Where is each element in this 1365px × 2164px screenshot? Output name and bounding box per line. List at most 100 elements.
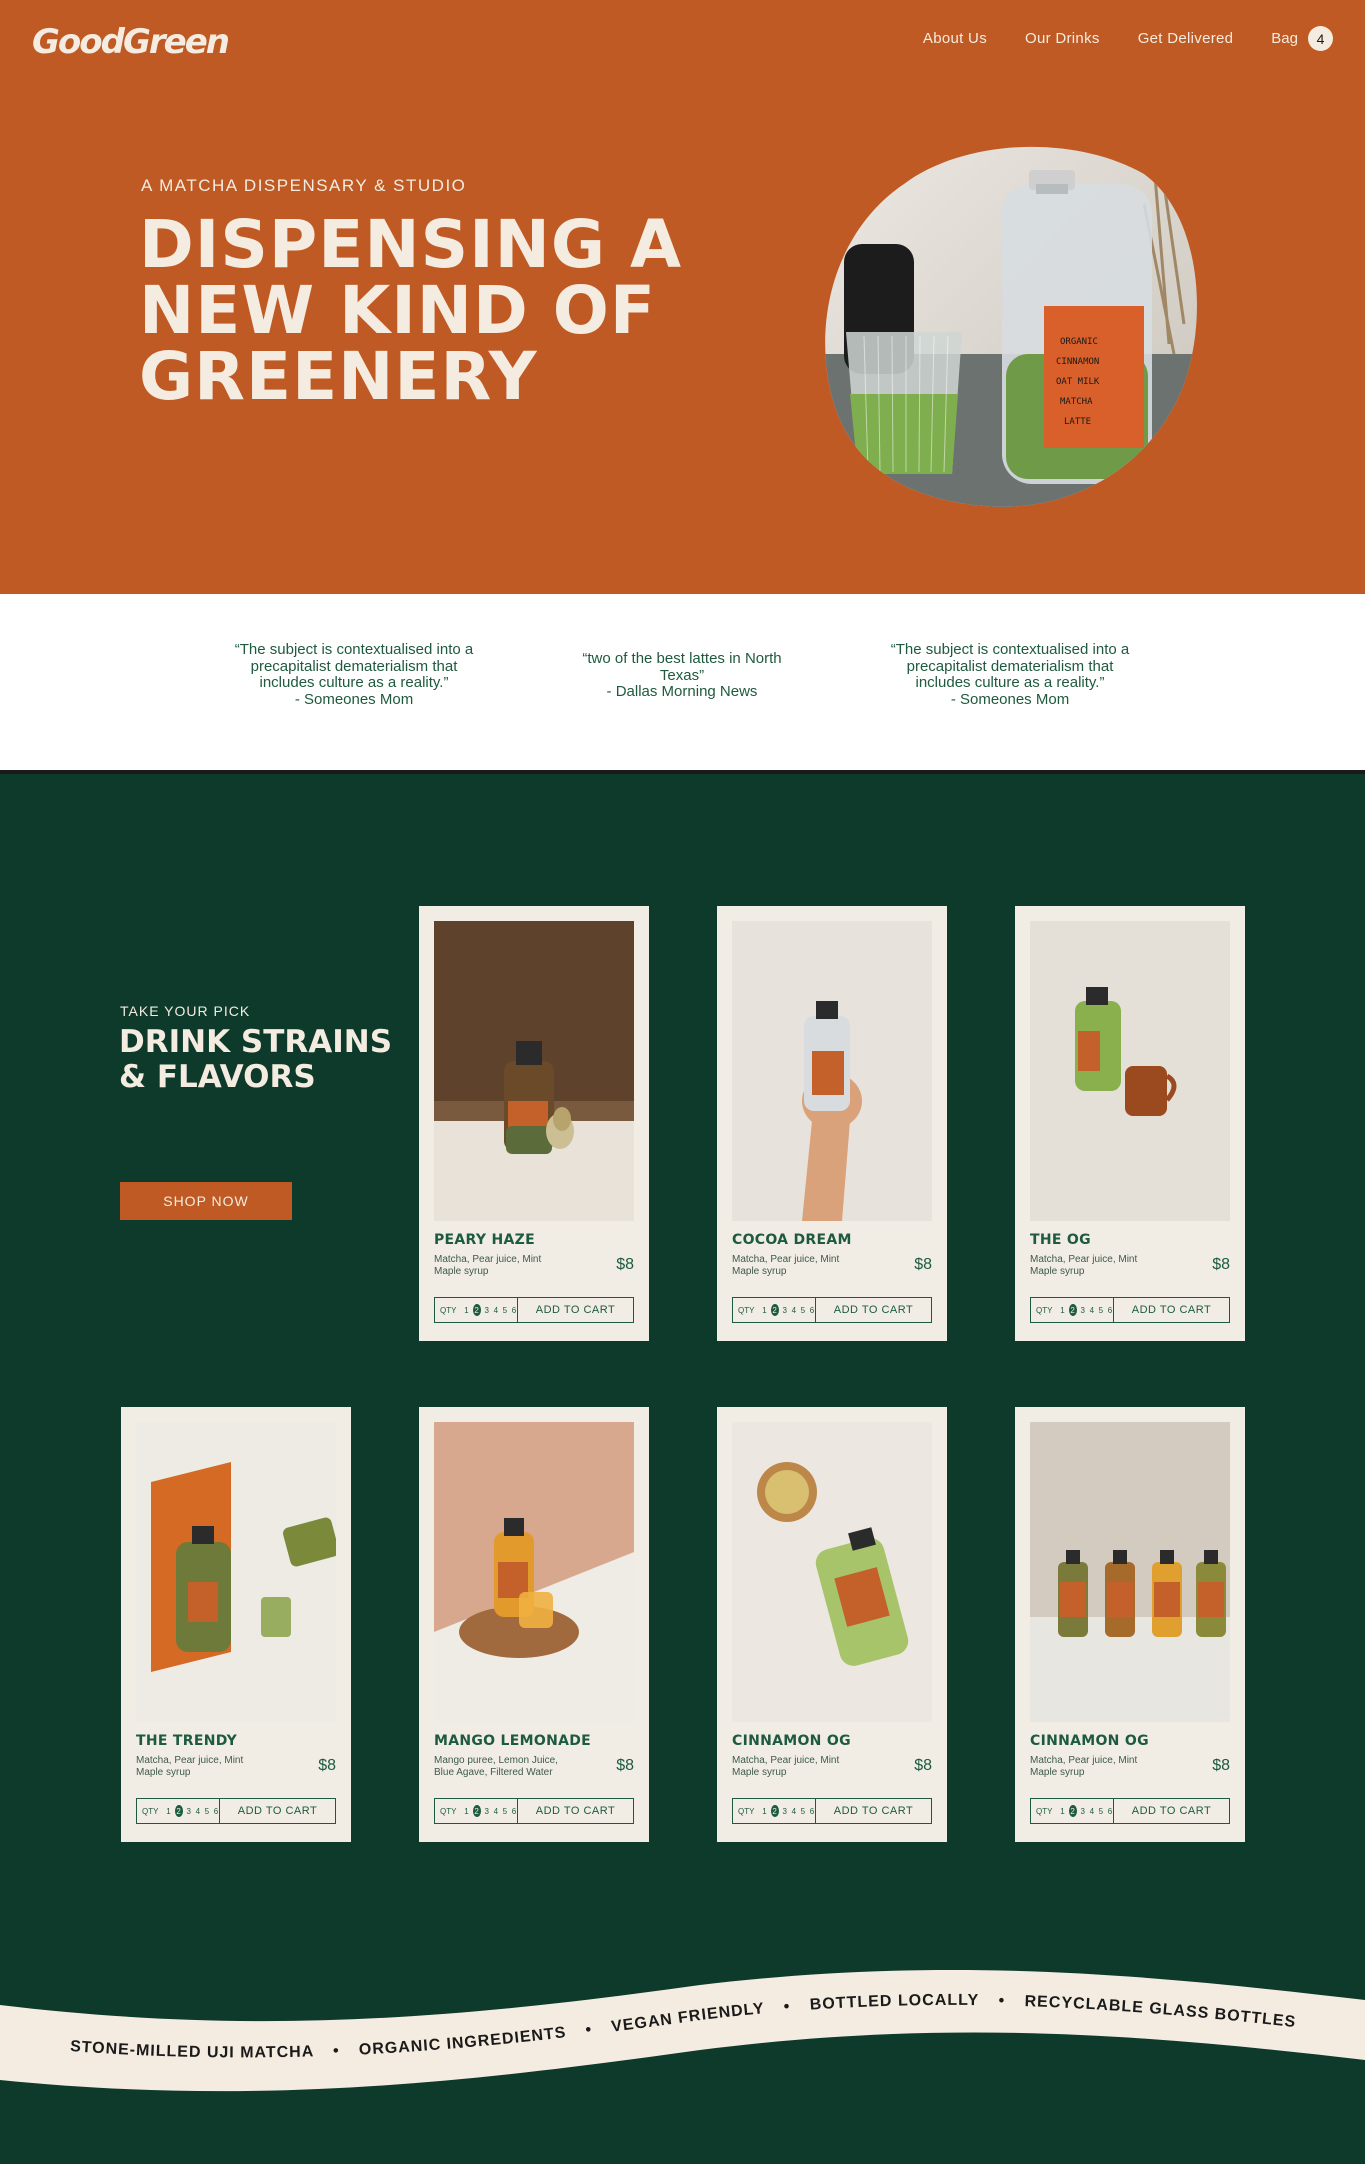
qty-option[interactable]: 3 xyxy=(782,1306,788,1315)
qty-option[interactable]: 3 xyxy=(186,1807,192,1816)
qty-option[interactable]: 3 xyxy=(782,1807,788,1816)
qty-option[interactable]: 3 xyxy=(1080,1807,1086,1816)
qty-option[interactable]: 3 xyxy=(1080,1306,1086,1315)
qty-option[interactable]: 4 xyxy=(1089,1807,1095,1816)
shop-now-button[interactable]: SHOP NOW xyxy=(120,1182,292,1220)
hero-title: DISPENSING A NEW KIND OF GREENERY xyxy=(139,206,683,415)
qty-option[interactable]: 6 xyxy=(511,1807,517,1816)
add-to-cart-button[interactable]: ADD TO CART xyxy=(816,1799,931,1823)
qty-option-selected[interactable]: 2 xyxy=(1068,1304,1077,1316)
qty-option-selected[interactable]: 2 xyxy=(472,1304,481,1316)
qty-option[interactable]: 1 xyxy=(1059,1807,1065,1816)
add-to-cart-button[interactable]: ADD TO CART xyxy=(1114,1298,1229,1322)
quantity-selector[interactable]: QTY 1 2 3 4 5 6 xyxy=(137,1799,220,1823)
qty-label: QTY xyxy=(738,1305,755,1315)
qty-option[interactable]: 6 xyxy=(809,1306,815,1315)
add-to-cart-button[interactable]: ADD TO CART xyxy=(518,1799,633,1823)
press-quote: “The subject is contextualised into a pr… xyxy=(890,641,1130,708)
qty-option[interactable]: 3 xyxy=(484,1306,490,1315)
qty-option[interactable]: 6 xyxy=(1107,1807,1113,1816)
svg-text:MATCHA: MATCHA xyxy=(1060,397,1093,407)
qty-option-selected[interactable]: 2 xyxy=(770,1805,779,1817)
qty-option[interactable]: 3 xyxy=(484,1807,490,1816)
quantity-selector[interactable]: QTY 1 2 3 4 5 6 xyxy=(733,1799,816,1823)
quantity-selector[interactable]: QTY 1 2 3 4 5 6 xyxy=(435,1298,518,1322)
qty-option[interactable]: 5 xyxy=(204,1807,210,1816)
qty-option[interactable]: 1 xyxy=(1059,1306,1065,1315)
add-to-cart-button[interactable]: ADD TO CART xyxy=(1114,1799,1229,1823)
qty-option[interactable]: 4 xyxy=(791,1306,797,1315)
product-description: Matcha, Pear juice, Mint Maple syrup xyxy=(732,1254,840,1277)
qty-option[interactable]: 4 xyxy=(1089,1306,1095,1315)
qty-label: QTY xyxy=(440,1806,457,1816)
product-price: $8 xyxy=(914,1757,932,1774)
product-name: CINNAMON OG xyxy=(732,1733,851,1749)
quote-author: - Someones Mom xyxy=(294,690,414,708)
hero-section: GoodGreen About Us Our Drinks Get Delive… xyxy=(0,0,1365,594)
qty-option-selected[interactable]: 2 xyxy=(472,1805,481,1817)
qty-option[interactable]: 6 xyxy=(511,1306,517,1315)
nav-get-delivered[interactable]: Get Delivered xyxy=(1138,30,1234,47)
qty-label: QTY xyxy=(1036,1806,1053,1816)
product-photo[interactable] xyxy=(732,921,932,1221)
qty-option[interactable]: 5 xyxy=(800,1306,806,1315)
product-card: PEARY HAZE Matcha, Pear juice, Mint Mapl… xyxy=(419,906,649,1341)
brand-logo[interactable]: GoodGreen xyxy=(32,22,230,62)
qty-option[interactable]: 1 xyxy=(761,1306,767,1315)
product-name: COCOA DREAM xyxy=(732,1232,852,1248)
product-photo[interactable] xyxy=(732,1422,932,1722)
qty-option[interactable]: 6 xyxy=(809,1807,815,1816)
product-name: PEARY HAZE xyxy=(434,1232,535,1248)
qty-option[interactable]: 1 xyxy=(463,1306,469,1315)
product-photo[interactable] xyxy=(434,1422,634,1722)
qty-option-selected[interactable]: 2 xyxy=(1068,1805,1077,1817)
qty-option[interactable]: 5 xyxy=(502,1306,508,1315)
qty-option[interactable]: 1 xyxy=(761,1807,767,1816)
qty-option-selected[interactable]: 2 xyxy=(174,1805,183,1817)
qty-label: QTY xyxy=(738,1806,755,1816)
nav-about-us[interactable]: About Us xyxy=(923,30,987,47)
quantity-selector[interactable]: QTY 1 2 3 4 5 6 xyxy=(1031,1298,1114,1322)
qty-option[interactable]: 6 xyxy=(1107,1306,1113,1315)
product-photo[interactable] xyxy=(136,1422,336,1722)
qty-option[interactable]: 1 xyxy=(165,1807,171,1816)
product-cart-controls: QTY 1 2 3 4 5 6 ADD TO CART xyxy=(136,1798,336,1824)
nav-our-drinks[interactable]: Our Drinks xyxy=(1025,30,1100,47)
quantity-selector[interactable]: QTY 1 2 3 4 5 6 xyxy=(733,1298,816,1322)
product-photo[interactable] xyxy=(1030,1422,1230,1722)
qty-option[interactable]: 1 xyxy=(463,1807,469,1816)
quote-text: “The subject is contextualised into a pr… xyxy=(234,641,474,691)
product-card: CINNAMON OG Matcha, Pear juice, Mint Map… xyxy=(1015,1407,1245,1842)
product-description: Matcha, Pear juice, Mint Maple syrup xyxy=(1030,1254,1138,1277)
hero-product-photo: ORGANIC CINNAMON OAT MILK MATCHA LATTE xyxy=(824,144,1200,512)
quantity-selector[interactable]: QTY 1 2 3 4 5 6 xyxy=(1031,1799,1114,1823)
qty-option[interactable]: 5 xyxy=(1098,1306,1104,1315)
product-photo[interactable] xyxy=(1030,921,1230,1221)
product-photo[interactable] xyxy=(434,921,634,1221)
add-to-cart-button[interactable]: ADD TO CART xyxy=(220,1799,335,1823)
bag-button[interactable]: Bag 4 xyxy=(1271,26,1333,51)
bottle-label-text: ORGANIC xyxy=(1060,337,1098,347)
product-name: THE OG xyxy=(1030,1232,1091,1248)
press-quote: “two of the best lattes in North Texas” … xyxy=(562,650,802,701)
qty-option-selected[interactable]: 2 xyxy=(770,1304,779,1316)
qty-option[interactable]: 5 xyxy=(1098,1807,1104,1816)
quantity-selector[interactable]: QTY 1 2 3 4 5 6 xyxy=(435,1799,518,1823)
product-price: $8 xyxy=(1212,1757,1230,1774)
product-cart-controls: QTY 1 2 3 4 5 6 ADD TO CART xyxy=(1030,1798,1230,1824)
product-card: THE OG Matcha, Pear juice, Mint Maple sy… xyxy=(1015,906,1245,1341)
shop-title: DRINK STRAINS & FLAVORS xyxy=(119,1024,393,1095)
qty-option[interactable]: 4 xyxy=(493,1306,499,1315)
qty-option[interactable]: 5 xyxy=(502,1807,508,1816)
product-price: $8 xyxy=(1212,1256,1230,1273)
qty-option[interactable]: 5 xyxy=(800,1807,806,1816)
features-banner: STONE-MILLED UJI MATCHA • ORGANIC INGRED… xyxy=(0,1960,1365,2110)
qty-option[interactable]: 6 xyxy=(213,1807,219,1816)
add-to-cart-button[interactable]: ADD TO CART xyxy=(518,1298,633,1322)
quote-text: “two of the best lattes in North Texas” xyxy=(582,650,782,684)
qty-option[interactable]: 4 xyxy=(791,1807,797,1816)
add-to-cart-button[interactable]: ADD TO CART xyxy=(816,1298,931,1322)
qty-option[interactable]: 4 xyxy=(493,1807,499,1816)
product-card: COCOA DREAM Matcha, Pear juice, Mint Map… xyxy=(717,906,947,1341)
qty-option[interactable]: 4 xyxy=(195,1807,201,1816)
